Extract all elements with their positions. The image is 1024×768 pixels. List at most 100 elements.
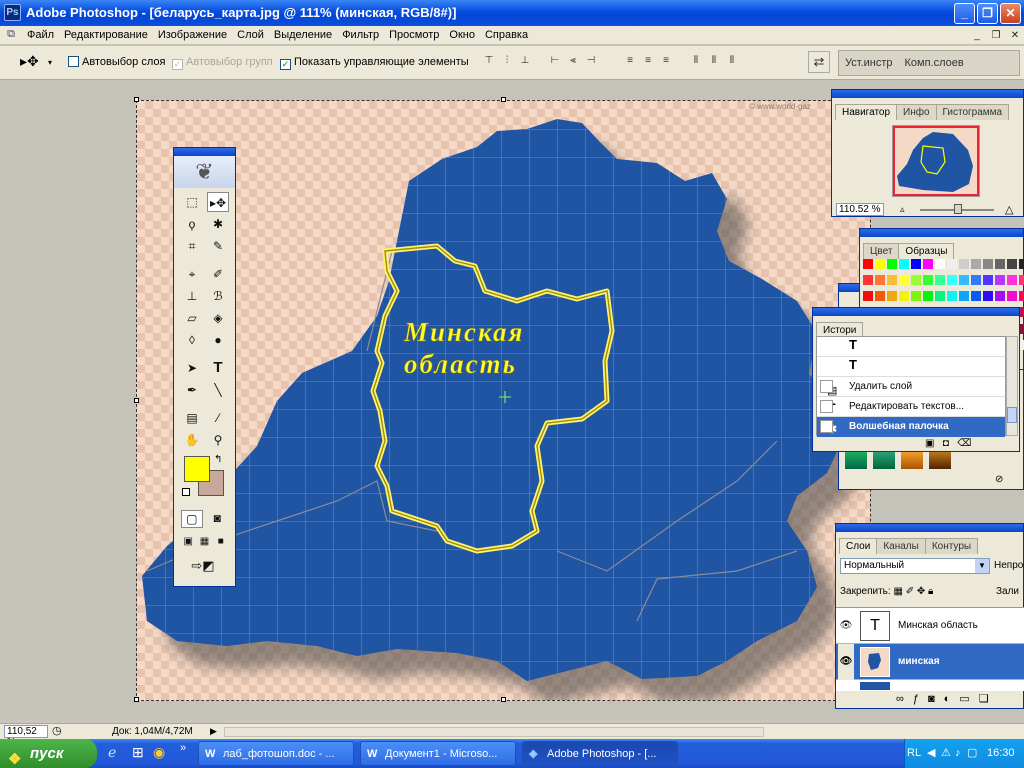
new-group-icon[interactable]: ▭: [959, 693, 978, 705]
layer-mask-icon[interactable]: ◙: [928, 693, 944, 705]
color-swatch[interactable]: [971, 291, 981, 302]
transform-handle-ml[interactable]: [134, 398, 139, 403]
color-swatch[interactable]: [995, 291, 1005, 302]
tab-paths[interactable]: Контуры: [924, 538, 979, 554]
type-tool-icon[interactable]: T: [207, 358, 229, 378]
toolbox-titlebar[interactable]: [174, 148, 235, 156]
distribute-bottom-icon[interactable]: ≡: [658, 53, 674, 69]
chevron-down-icon[interactable]: ▼: [975, 559, 989, 573]
color-swatch[interactable]: [875, 259, 885, 269]
tab-info[interactable]: Инфо: [896, 104, 937, 120]
color-swatch[interactable]: [983, 259, 993, 269]
clock[interactable]: 16:30: [987, 739, 1015, 768]
color-swatch[interactable]: [959, 291, 969, 302]
taskbar-button-document1[interactable]: W Документ1 - Microso...: [360, 741, 516, 766]
status-info-icon[interactable]: ◷: [52, 724, 62, 739]
layer-name[interactable]: минская: [898, 644, 940, 680]
adjustment-layer-icon[interactable]: ◐: [944, 693, 960, 705]
color-swatch[interactable]: [887, 275, 897, 286]
lock-transparency-icon[interactable]: ▦: [893, 586, 902, 597]
horizontal-scrollbar[interactable]: [224, 727, 764, 737]
color-swatch[interactable]: [971, 259, 981, 269]
style-swatch[interactable]: [845, 449, 867, 469]
lock-all-icon[interactable]: 🔒︎: [928, 586, 933, 597]
menu-select[interactable]: Выделение: [269, 26, 337, 45]
history-scroll-thumb[interactable]: [1007, 407, 1017, 423]
color-swatch[interactable]: [875, 275, 885, 286]
layer-row-text[interactable]: 👁︎ T Минская область: [836, 608, 1024, 644]
menu-help[interactable]: Справка: [480, 26, 533, 45]
color-swatch[interactable]: [995, 259, 1005, 269]
slice-tool-icon[interactable]: ✎: [207, 236, 229, 256]
doc-minimize-button[interactable]: _: [970, 29, 984, 42]
foreground-color-swatch[interactable]: [184, 456, 210, 482]
align-bottom-icon[interactable]: ⊥: [517, 53, 533, 69]
map-label-line2[interactable]: область: [404, 349, 517, 380]
taskbar-button-word-doc[interactable]: Wлаб_фотошоп.doc - ...: [198, 741, 354, 766]
start-button[interactable]: ❖ пуск: [0, 739, 97, 768]
doc-close-button[interactable]: ✕: [1008, 29, 1022, 42]
style-swatch[interactable]: [873, 449, 895, 469]
color-swatch[interactable]: [863, 259, 873, 269]
color-swatch[interactable]: [1007, 259, 1017, 269]
brush-tool-icon[interactable]: ✐: [207, 264, 229, 284]
clone-stamp-tool-icon[interactable]: ⊥: [181, 286, 203, 306]
align-top-icon[interactable]: ⊤: [481, 53, 497, 69]
blur-tool-icon[interactable]: ◊: [181, 330, 203, 350]
layer-row-selected[interactable]: 👁︎ минская: [836, 644, 1024, 680]
status-menu-arrow-icon[interactable]: ▶: [210, 724, 217, 739]
move-tool-preset-icon[interactable]: ▸✥: [20, 53, 46, 71]
tray-volume-icon[interactable]: ♪: [955, 739, 961, 768]
transform-handle-bl[interactable]: [134, 697, 139, 702]
menu-layer[interactable]: Слой: [232, 26, 269, 45]
history-item-type[interactable]: T: [817, 357, 1005, 377]
status-zoom-field[interactable]: 110,52 %: [4, 725, 48, 748]
swatches-titlebar[interactable]: [860, 229, 1023, 237]
align-right-icon[interactable]: ⊣: [583, 53, 599, 69]
document-menu-icon[interactable]: ⧉: [3, 28, 19, 43]
distribute-right-icon[interactable]: ⦀: [724, 53, 740, 69]
color-swatch[interactable]: [911, 291, 921, 302]
color-swatch[interactable]: [899, 291, 909, 302]
pen-tool-icon[interactable]: ✒: [181, 380, 203, 400]
history-snapshot-box[interactable]: [820, 380, 833, 393]
layer-comps-tab[interactable]: Комп.слоев: [899, 51, 970, 75]
lasso-tool-icon[interactable]: ϙ: [181, 214, 203, 234]
link-layers-icon[interactable]: ∞: [896, 693, 913, 705]
distribute-left-icon[interactable]: ⦀: [688, 53, 704, 69]
color-swatch[interactable]: [899, 275, 909, 286]
distribute-vcenter-icon[interactable]: ≡: [640, 53, 656, 69]
color-swatch[interactable]: [971, 275, 981, 286]
color-swatch[interactable]: [1007, 291, 1017, 302]
taskbar-button-photoshop[interactable]: ◈ Adobe Photoshop - [...: [522, 741, 678, 766]
menu-image[interactable]: Изображение: [153, 26, 232, 45]
zoom-out-icon[interactable]: ▵: [900, 204, 905, 215]
color-swatch[interactable]: [863, 275, 873, 286]
color-swatch[interactable]: [947, 259, 957, 269]
layer-name[interactable]: Минская область: [898, 608, 978, 644]
color-swatch[interactable]: [1019, 275, 1024, 286]
zoom-in-icon[interactable]: △: [1005, 203, 1013, 216]
transform-handle-bc[interactable]: [501, 697, 506, 702]
color-swatch[interactable]: [935, 291, 945, 302]
default-colors-icon[interactable]: [182, 488, 190, 496]
history-titlebar[interactable]: [813, 308, 1019, 316]
doc-restore-button[interactable]: ❐: [989, 29, 1003, 42]
dodge-tool-icon[interactable]: ●: [207, 330, 229, 350]
quick-mask-icon[interactable]: ◙: [207, 510, 228, 528]
navigator-zoom-field[interactable]: 110.52 %: [836, 203, 884, 216]
new-layer-icon[interactable]: ❏: [979, 693, 998, 705]
healing-brush-tool-icon[interactable]: ⌖: [181, 264, 203, 284]
media-quicklaunch-icon[interactable]: ⊞: [132, 744, 144, 761]
tab-navigator[interactable]: Навигатор: [835, 104, 898, 120]
lock-paint-icon[interactable]: ✐: [906, 586, 914, 597]
distribute-hcenter-icon[interactable]: ⦀: [706, 53, 722, 69]
outlook-quicklaunch-icon[interactable]: ◉: [153, 744, 165, 761]
blend-mode-select[interactable]: Нормальный ▼: [840, 558, 990, 574]
color-swatch[interactable]: [983, 291, 993, 302]
palette-well-toggle-icon[interactable]: ⇄: [808, 51, 830, 73]
maximize-button[interactable]: ❐: [977, 3, 998, 24]
menu-window[interactable]: Окно: [444, 26, 480, 45]
layer-row-partial[interactable]: [836, 680, 1024, 690]
tray-arrow-icon[interactable]: ◀: [927, 739, 935, 768]
